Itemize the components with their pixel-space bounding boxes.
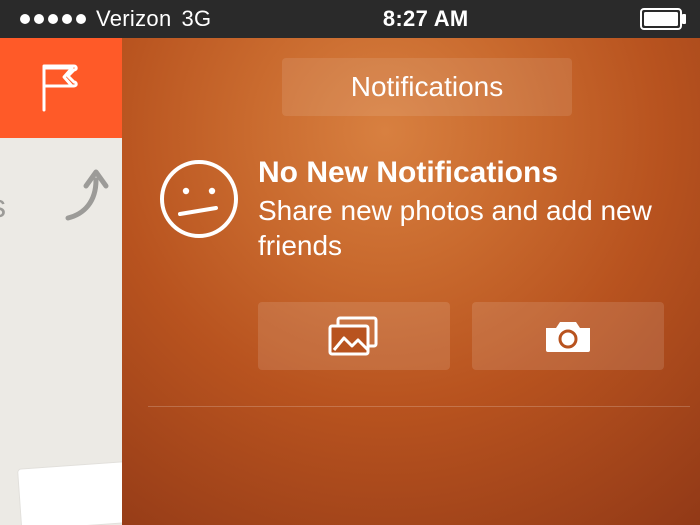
network-label: 3G	[181, 6, 211, 32]
flag-button[interactable]	[0, 38, 122, 138]
page-title-pill: Notifications	[282, 58, 572, 116]
neutral-face-icon	[158, 158, 240, 245]
sidebar-peek-text: s	[0, 188, 6, 225]
empty-state: No New Notifications Share new photos an…	[148, 156, 668, 263]
empty-state-title: No New Notifications	[258, 156, 668, 191]
battery-icon	[640, 8, 688, 30]
photos-icon	[328, 316, 380, 356]
empty-state-subtitle: Share new photos and add new friends	[258, 193, 668, 263]
left-sidebar: s	[0, 38, 122, 525]
camera-button[interactable]	[472, 302, 664, 370]
flag-icon	[38, 62, 84, 114]
camera-icon	[542, 316, 594, 356]
section-divider	[148, 406, 690, 407]
photos-button[interactable]	[258, 302, 450, 370]
sidebar-lower: s	[0, 138, 122, 525]
status-bar: Verizon 3G 8:27 AM	[0, 0, 700, 38]
curved-arrow-icon	[56, 162, 112, 231]
card-peek	[18, 460, 122, 525]
page-title: Notifications	[351, 71, 504, 103]
status-time: 8:27 AM	[383, 6, 469, 32]
carrier-label: Verizon	[96, 6, 171, 32]
signal-strength-icon	[20, 14, 86, 24]
empty-state-actions	[258, 302, 664, 370]
